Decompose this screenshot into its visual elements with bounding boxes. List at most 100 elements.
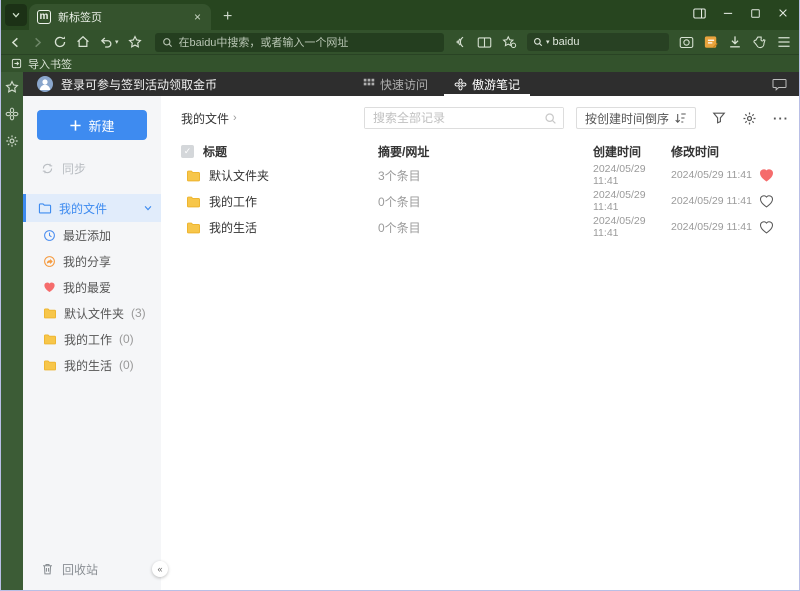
sort-button[interactable]: 按创建时间倒序 <box>575 107 696 129</box>
tab-notes[interactable]: 傲游笔记 <box>444 72 531 96</box>
avatar[interactable] <box>37 76 53 92</box>
sidebar-item-shares[interactable]: 我的分享 <box>23 248 161 274</box>
browser-toolbar: ▾ 在baidu中搜索，或者输入一个网址 ▾ baidu <box>1 30 799 54</box>
left-icon-strip <box>1 72 23 590</box>
sync-icon <box>42 163 53 173</box>
notes-icon[interactable] <box>704 35 718 49</box>
sidebar-item-favorites[interactable]: 我的最爱 <box>23 274 161 300</box>
login-banner[interactable]: 登录可参与签到活动领取金币 <box>61 76 217 93</box>
tab-title: 新标签页 <box>58 12 102 24</box>
new-note-button[interactable]: 新建 <box>37 110 147 140</box>
share-icon <box>44 255 55 267</box>
reload-icon[interactable] <box>53 35 67 49</box>
column-summary[interactable]: 摘要/网址 <box>378 143 593 160</box>
download-icon[interactable] <box>728 35 742 49</box>
minimize-icon[interactable] <box>722 7 734 19</box>
tab-quick-access[interactable]: 快速访问 <box>363 72 428 96</box>
import-bookmarks-button[interactable]: 导入书签 <box>28 56 72 72</box>
select-all-checkbox[interactable]: ✓ <box>181 144 194 158</box>
column-title[interactable]: 标题 <box>203 143 227 160</box>
sidebar-item-work-folder[interactable]: 我的工作 (0) <box>23 326 161 352</box>
layout-panel-icon[interactable] <box>693 8 706 19</box>
home-icon[interactable] <box>76 35 90 49</box>
trash-icon <box>43 564 52 575</box>
tab-notes-label: 傲游笔记 <box>472 77 521 92</box>
settings-gear-icon[interactable] <box>5 134 19 148</box>
default-folder-count: (3) <box>131 306 146 320</box>
favorite-star-icon[interactable] <box>127 35 142 49</box>
undo-dropdown-caret[interactable]: ▾ <box>115 39 119 46</box>
browser-tab[interactable]: m 新标签页 × <box>29 4 211 30</box>
close-icon[interactable] <box>777 7 789 19</box>
reader-mode-icon[interactable] <box>477 36 492 49</box>
favorites-star-icon[interactable] <box>5 80 19 94</box>
breadcrumb[interactable]: 我的文件 › <box>181 110 237 127</box>
more-actions-icon[interactable]: ··· <box>773 111 789 126</box>
new-note-label: 新建 <box>88 118 115 134</box>
table-row[interactable]: 我的工作 0个条目 2024/05/29 11:41 2024/05/29 11… <box>181 188 789 214</box>
records-search-input[interactable] <box>364 108 563 128</box>
sidebar-item-sync[interactable]: 同步 <box>23 154 161 182</box>
menu-icon[interactable] <box>777 36 791 48</box>
maximize-icon[interactable] <box>750 8 761 19</box>
records-search[interactable] <box>363 107 564 129</box>
undo-button[interactable]: ▾ <box>99 36 119 49</box>
chevron-down-icon[interactable] <box>143 203 153 213</box>
new-tab-button[interactable]: + <box>223 9 232 25</box>
sidebar-item-life-folder[interactable]: 我的生活 (0) <box>23 352 161 378</box>
sidebar-item-recycle-bin[interactable]: 回收站 <box>23 555 161 583</box>
favorite-heart-icon[interactable] <box>759 220 791 234</box>
search-engine-caret[interactable]: ▾ <box>546 39 550 46</box>
sidebar-item-default-folder[interactable]: 默认文件夹 (3) <box>23 300 161 326</box>
notes-header: 登录可参与签到活动领取金币 快速访问 傲游笔记 <box>23 72 799 96</box>
favorite-heart-icon[interactable] <box>759 194 791 208</box>
recycle-bin-label: 回收站 <box>62 562 99 577</box>
address-bar[interactable]: 在baidu中搜索，或者输入一个网址 <box>154 32 444 52</box>
table-row[interactable]: 默认文件夹 3个条目 2024/05/29 11:41 2024/05/29 1… <box>181 162 789 188</box>
row-title[interactable]: 默认文件夹 <box>209 167 269 184</box>
workspace: 新建 同步 我的文件 最近添加 我的分享 我的最爱 默认文件夹 (3) 我的工作… <box>23 96 799 590</box>
tab-list-menu-button[interactable] <box>5 4 27 26</box>
extensions-icon[interactable] <box>752 35 767 50</box>
sidebar-item-my-files[interactable]: 我的文件 <box>23 194 161 222</box>
feedback-bubble-icon[interactable] <box>772 78 787 91</box>
favorites-label: 我的最爱 <box>63 280 112 295</box>
grid-icon <box>363 78 375 86</box>
filter-funnel-icon[interactable] <box>712 111 726 125</box>
row-created: 2024/05/29 11:41 <box>593 163 646 187</box>
folder-icon <box>38 203 52 214</box>
row-summary: 0个条目 <box>378 194 421 209</box>
folder-icon <box>43 360 56 371</box>
header-tabs: 快速访问 傲游笔记 <box>363 72 531 96</box>
row-title[interactable]: 我的工作 <box>209 193 257 210</box>
tab-close-icon[interactable]: × <box>192 10 203 24</box>
bookmark-manager-icon[interactable] <box>502 35 517 49</box>
quick-search-box[interactable]: ▾ baidu <box>527 33 669 51</box>
sort-desc-icon <box>675 113 686 123</box>
column-created[interactable]: 创建时间 <box>593 143 671 160</box>
favorite-heart-icon[interactable] <box>759 168 791 182</box>
sidebar-item-recent[interactable]: 最近添加 <box>23 222 161 248</box>
view-settings-gear-icon[interactable] <box>742 111 757 126</box>
row-created: 2024/05/29 11:41 <box>593 189 646 213</box>
breadcrumb-label[interactable]: 我的文件 <box>181 110 229 127</box>
recent-label: 最近添加 <box>63 228 112 243</box>
work-folder-count: (0) <box>119 332 134 346</box>
folder-icon <box>187 170 200 181</box>
column-modified[interactable]: 修改时间 <box>671 143 759 160</box>
address-placeholder: 在baidu中搜索，或者输入一个网址 <box>178 37 349 49</box>
folder-icon <box>43 334 56 345</box>
read-aloud-icon[interactable] <box>453 35 467 49</box>
table-row[interactable]: 我的生活 0个条目 2024/05/29 11:41 2024/05/29 11… <box>181 214 789 240</box>
back-icon[interactable] <box>9 36 22 49</box>
forward-icon[interactable] <box>31 36 44 49</box>
sidebar-collapse-button[interactable]: « <box>152 561 168 577</box>
row-title[interactable]: 我的生活 <box>209 219 257 236</box>
quick-search-value: baidu <box>552 36 580 48</box>
folder-icon <box>43 308 56 319</box>
notes-logo-icon[interactable] <box>5 107 19 121</box>
notes-logo-icon <box>454 78 467 90</box>
window-controls <box>693 7 789 19</box>
undo-icon <box>100 36 112 48</box>
screenshot-icon[interactable] <box>679 36 694 49</box>
